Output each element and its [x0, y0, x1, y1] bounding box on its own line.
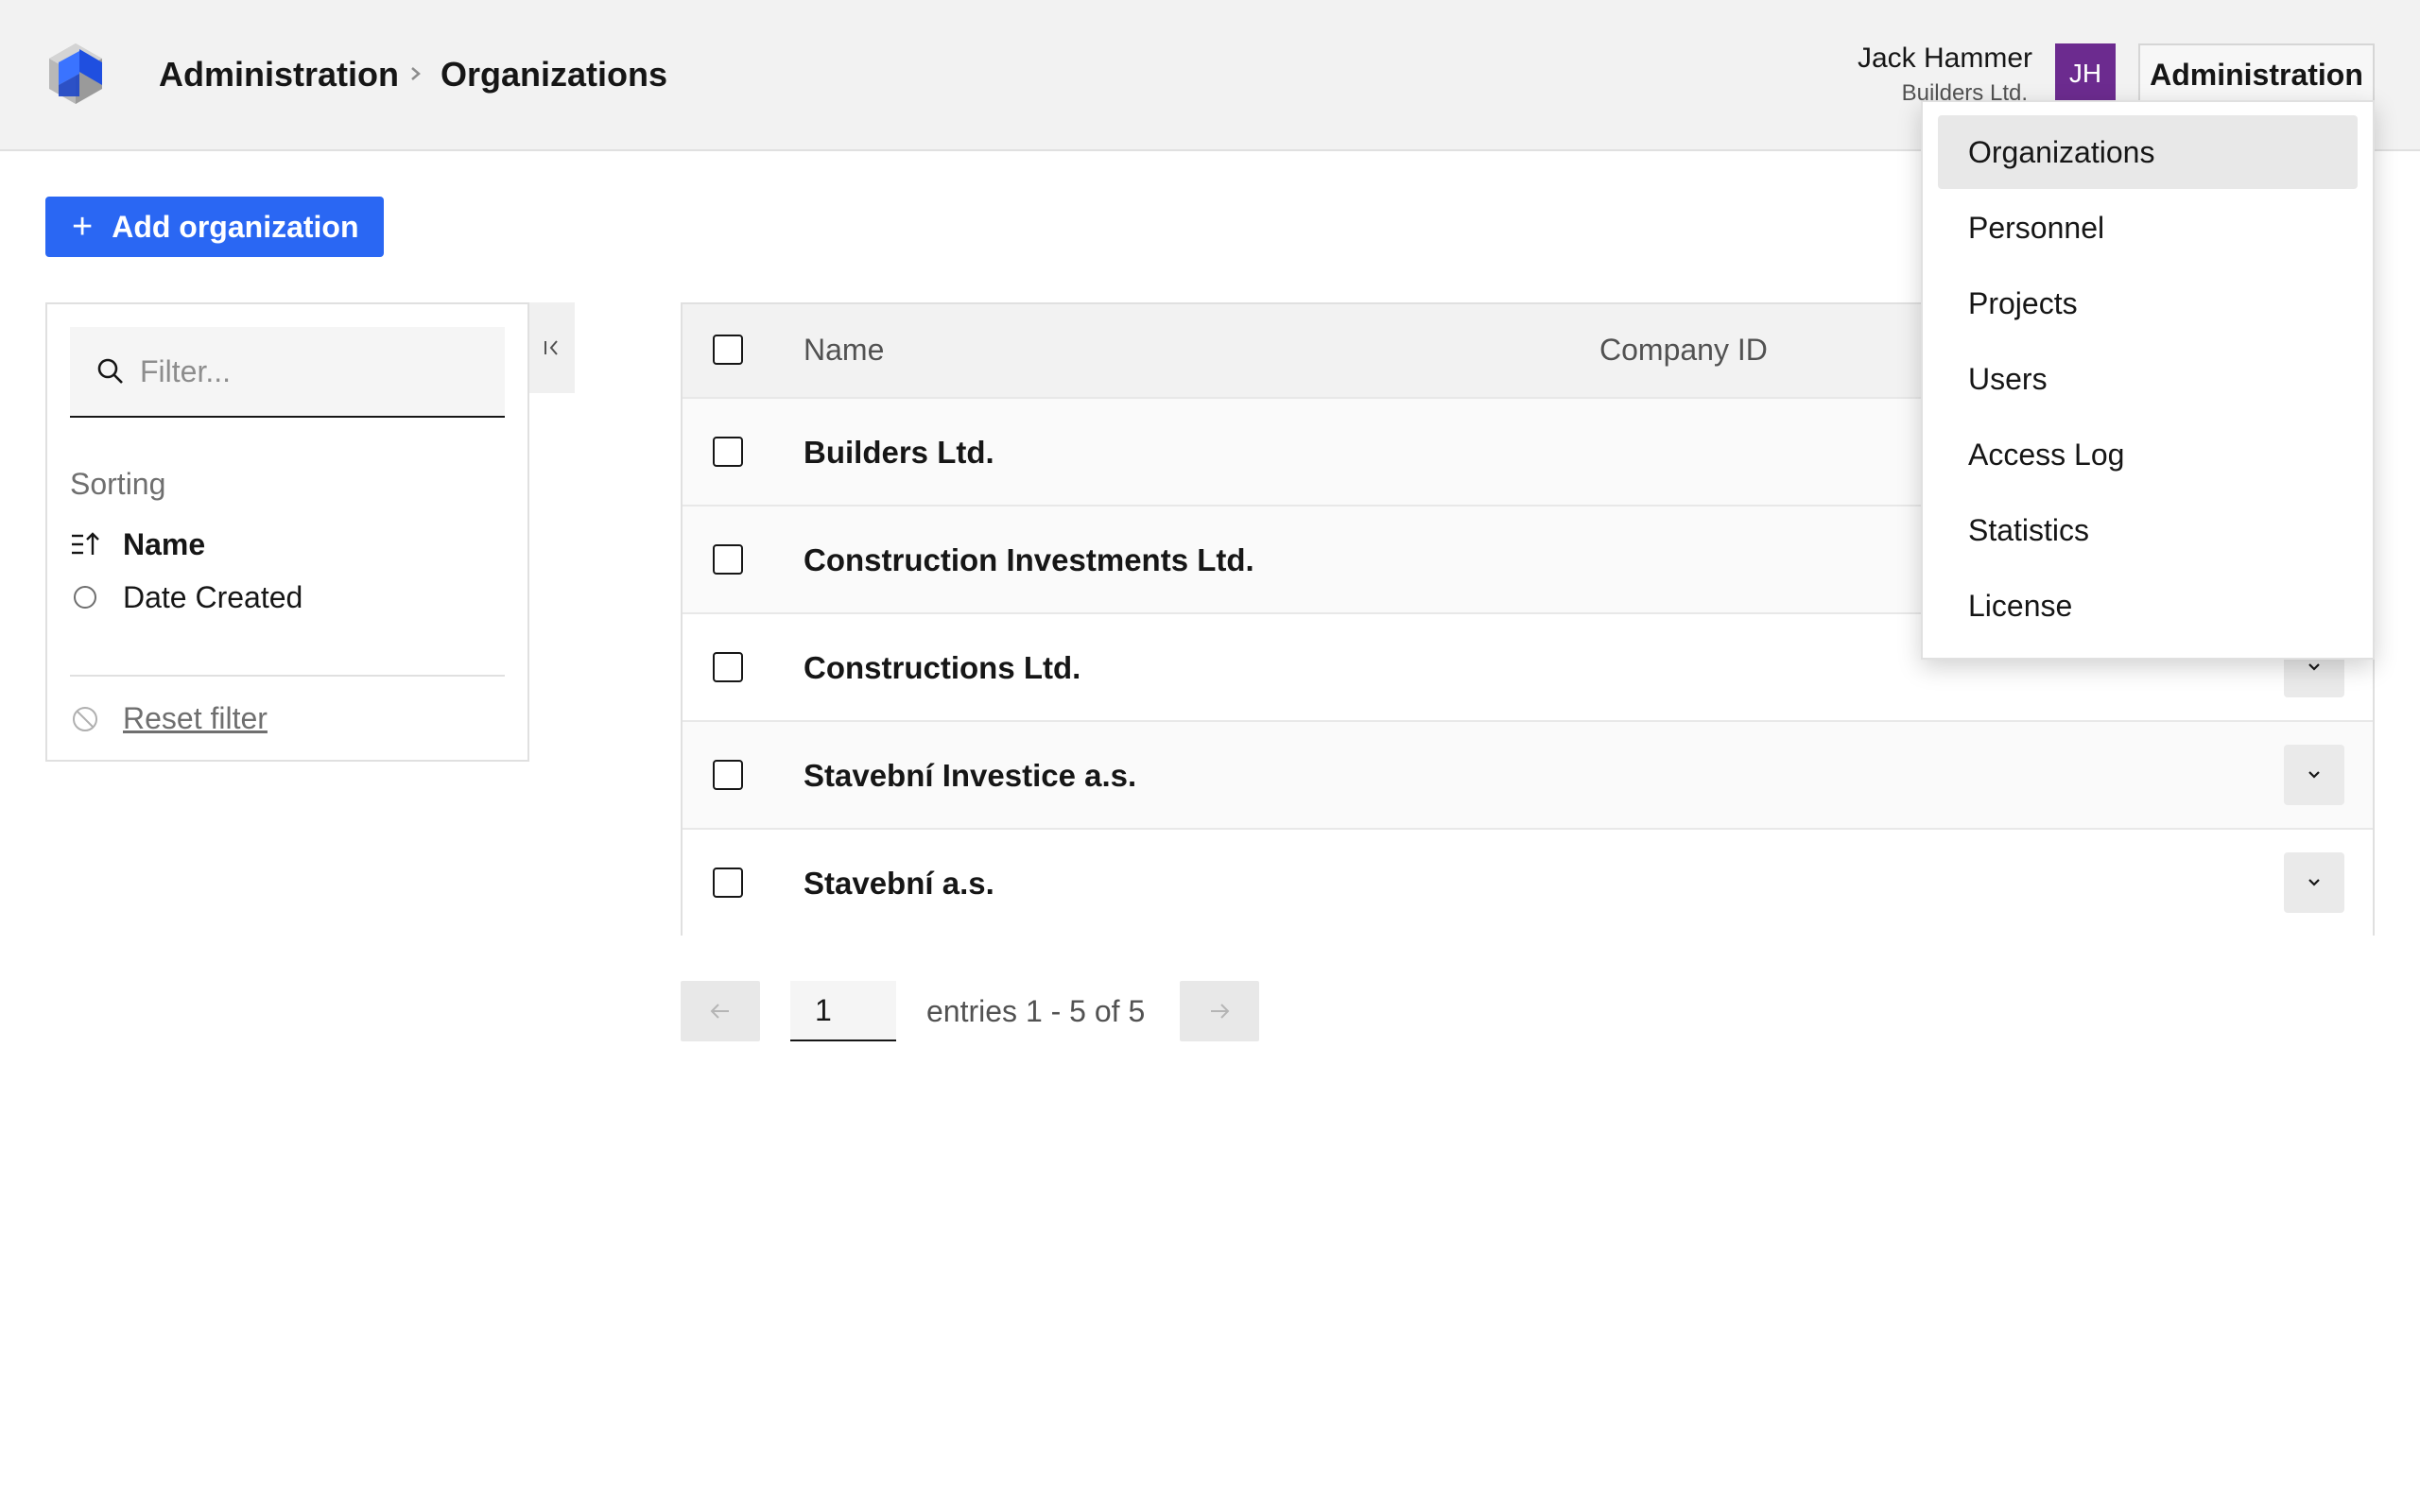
- page-number-field[interactable]: [790, 981, 896, 1041]
- row-name[interactable]: Stavební a.s.: [804, 866, 994, 902]
- collapse-left-icon: [544, 340, 558, 355]
- row-checkbox[interactable]: [713, 652, 743, 682]
- row-expand-button[interactable]: [2284, 852, 2344, 913]
- administration-menu-button[interactable]: Administration: [2138, 43, 2375, 104]
- menu-item-personnel[interactable]: Personnel: [1938, 191, 2358, 265]
- blocked-icon: [73, 706, 97, 731]
- add-organization-button[interactable]: + Add organization: [45, 197, 384, 257]
- user-name: Jack Hammer: [1857, 43, 2032, 74]
- menu-item-projects[interactable]: Projects: [1938, 266, 2358, 340]
- menu-item-statistics[interactable]: Statistics: [1938, 493, 2358, 567]
- add-organization-label: Add organization: [112, 209, 359, 244]
- arrow-left-icon: [710, 1004, 729, 1019]
- user-organization: Builders Ltd.: [1901, 80, 2028, 100]
- menu-item-access-log[interactable]: Access Log: [1938, 418, 2358, 491]
- sort-option-name[interactable]: Name: [70, 525, 205, 563]
- row-expand-button[interactable]: [2284, 745, 2344, 805]
- pagination-summary: entries 1 - 5 of 5: [926, 994, 1146, 1028]
- breadcrumb-administration[interactable]: Administration: [159, 51, 399, 98]
- breadcrumb-organizations: Organizations: [441, 55, 668, 94]
- radio-empty-icon: [70, 582, 100, 612]
- row-name[interactable]: Constructions Ltd.: [804, 650, 1080, 686]
- previous-page-button[interactable]: [681, 981, 760, 1041]
- row-name[interactable]: Builders Ltd.: [804, 435, 994, 471]
- row-checkbox[interactable]: [713, 760, 743, 790]
- table-row[interactable]: Stavební Investice a.s.: [683, 720, 2373, 828]
- avatar[interactable]: JH: [2055, 43, 2116, 104]
- collapse-filter-button[interactable]: [529, 302, 575, 393]
- sorting-label: Sorting: [70, 467, 166, 501]
- plus-icon: +: [72, 207, 94, 247]
- sort-option-date-label: Date Created: [123, 579, 303, 614]
- app-logo[interactable]: [45, 42, 106, 106]
- search-icon: [97, 358, 123, 384]
- chevron-down-icon: [2308, 879, 2320, 886]
- chevron-down-icon: [2308, 663, 2320, 671]
- administration-dropdown-menu: Organizations Personnel Projects Users A…: [1921, 100, 2375, 660]
- row-checkbox[interactable]: [713, 437, 743, 467]
- menu-item-users[interactable]: Users: [1938, 342, 2358, 416]
- row-checkbox[interactable]: [713, 544, 743, 575]
- reset-filter-label: Reset filter: [123, 701, 268, 735]
- table-row[interactable]: Stavební a.s.: [683, 828, 2373, 936]
- sort-option-date-created[interactable]: Date Created: [70, 578, 302, 616]
- page-number-input[interactable]: [790, 981, 896, 1040]
- select-all-checkbox[interactable]: [713, 335, 743, 365]
- filter-divider: [70, 675, 505, 677]
- arrow-right-icon: [1211, 1004, 1230, 1019]
- menu-item-license[interactable]: License: [1938, 569, 2358, 643]
- row-name[interactable]: Stavební Investice a.s.: [804, 758, 1136, 794]
- reset-filter-link[interactable]: Reset filter: [70, 701, 268, 736]
- column-header-name[interactable]: Name: [804, 333, 884, 368]
- row-checkbox[interactable]: [713, 868, 743, 898]
- chevron-right-icon: [411, 67, 421, 80]
- chevron-down-icon: [2308, 771, 2320, 779]
- sort-option-name-label: Name: [123, 526, 206, 561]
- filter-input[interactable]: [140, 353, 480, 389]
- filter-panel: Sorting Name Date Created Reset filter: [45, 302, 529, 762]
- row-name[interactable]: Construction Investments Ltd.: [804, 542, 1254, 578]
- column-header-company-id[interactable]: Company ID: [1599, 333, 1768, 368]
- filter-search-box[interactable]: [70, 327, 505, 418]
- next-page-button[interactable]: [1180, 981, 1259, 1041]
- sort-ascending-icon: [70, 529, 100, 559]
- menu-item-organizations[interactable]: Organizations: [1938, 115, 2358, 189]
